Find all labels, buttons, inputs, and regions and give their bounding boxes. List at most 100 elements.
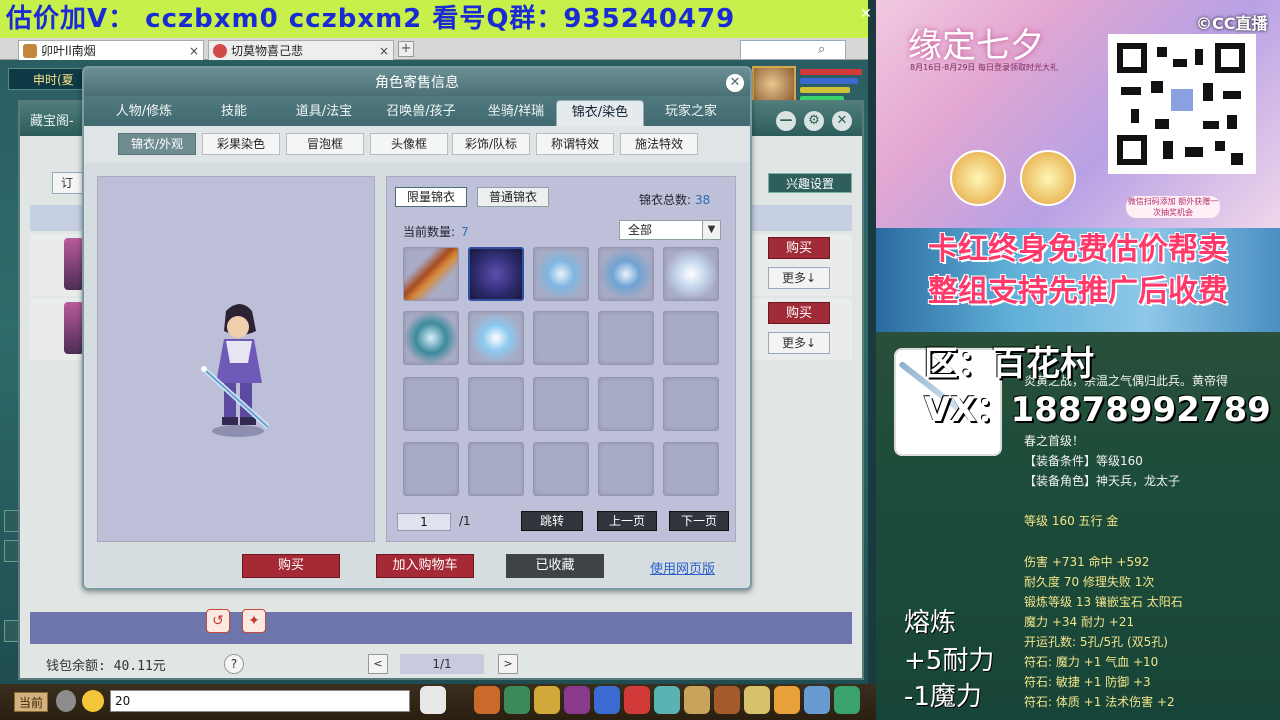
subtab-dye[interactable]: 彩果染色: [202, 133, 280, 155]
outfit-slot[interactable]: [598, 247, 654, 301]
add-to-cart-button[interactable]: 加入购物车: [376, 554, 474, 578]
chevron-down-icon[interactable]: ▼: [702, 221, 720, 239]
banner-close-icon[interactable]: ✕: [858, 6, 874, 22]
outfit-slot[interactable]: [663, 247, 719, 301]
toolbar-icon[interactable]: [534, 686, 560, 714]
outfit-slot[interactable]: [468, 311, 524, 365]
outfit-count-label: 当前数量:: [403, 225, 456, 239]
web-version-link[interactable]: 使用网页版: [650, 558, 715, 577]
prev-page-button[interactable]: <: [368, 654, 388, 674]
dialog-title: 角色寄售信息: [375, 75, 459, 91]
search-icon[interactable]: ⌕: [818, 42, 825, 57]
outfit-slot[interactable]: [468, 247, 524, 301]
buy-button[interactable]: 购买: [768, 302, 830, 324]
jump-button[interactable]: 跳转: [521, 511, 583, 531]
toolbar-icon[interactable]: [504, 686, 530, 714]
subtab-avatar-frame[interactable]: 头像框: [370, 133, 448, 155]
voice-icon[interactable]: [56, 690, 76, 712]
promo-prize-icon: [950, 150, 1006, 206]
tab-outfits[interactable]: 锦衣/染色: [556, 100, 644, 126]
page-number-input[interactable]: 1: [397, 513, 451, 531]
close-icon[interactable]: ✕: [832, 111, 852, 131]
toolbar-icon[interactable]: [654, 686, 680, 714]
outfit-slot[interactable]: [468, 377, 524, 431]
close-icon[interactable]: ×: [379, 41, 389, 61]
role-sale-dialog: 角色寄售信息 ✕ 人物/修炼 技能 道具/法宝 召唤兽/孩子 坐骑/祥瑞 锦衣/…: [82, 66, 752, 633]
minimize-icon[interactable]: —: [776, 111, 796, 131]
toolbar-icon[interactable]: [714, 686, 740, 714]
outfit-slot[interactable]: [403, 442, 459, 496]
next-page-button[interactable]: >: [498, 654, 518, 674]
subtab-outfit[interactable]: 锦衣/外观: [118, 133, 196, 155]
tab-limited-outfit[interactable]: 限量锦衣: [395, 187, 467, 207]
subtab-team-badge[interactable]: 彩饰/队标: [452, 133, 530, 155]
new-tab-button[interactable]: +: [398, 41, 414, 57]
favorited-button[interactable]: 已收藏: [506, 554, 604, 578]
toolbar-icon[interactable]: [624, 686, 650, 714]
emoji-icon[interactable]: [82, 690, 104, 712]
game-time-status: 申时(夏: [8, 68, 86, 90]
smelt-line-2: -1魔力: [904, 682, 982, 712]
settings-icon[interactable]: ⚙: [804, 111, 824, 131]
browser-tab-label: 卯叶ll南烟: [41, 44, 96, 58]
outfit-slot[interactable]: [403, 311, 459, 365]
tab-character[interactable]: 人物/修炼: [98, 100, 190, 126]
shop-search-input[interactable]: [740, 40, 846, 60]
buy-button[interactable]: 购买: [242, 554, 340, 578]
outfit-slot[interactable]: [533, 247, 589, 301]
outfit-slot[interactable]: [403, 247, 459, 301]
prev-page-button[interactable]: 上一页: [597, 511, 657, 531]
outfit-slot[interactable]: [598, 377, 654, 431]
toolbar-icon[interactable]: [774, 686, 800, 714]
outfit-slot[interactable]: [663, 377, 719, 431]
page-total: /1: [459, 514, 471, 528]
outfit-slot[interactable]: [663, 442, 719, 496]
toolbar-icon[interactable]: [834, 686, 860, 714]
outfit-slot[interactable]: [663, 311, 719, 365]
outfit-slot[interactable]: [403, 377, 459, 431]
browser-tab-2[interactable]: 切莫物喜己悲 ×: [208, 40, 394, 60]
tab-mounts[interactable]: 坐骑/祥瑞: [472, 100, 560, 126]
close-icon[interactable]: ×: [189, 41, 199, 61]
chat-channel-button[interactable]: 当前: [14, 692, 48, 712]
interest-settings-button[interactable]: 兴趣设置: [768, 173, 852, 193]
outfit-slot[interactable]: [468, 442, 524, 496]
outfit-count: 当前数量: 7: [403, 223, 469, 240]
tab-pets[interactable]: 召唤兽/孩子: [372, 100, 470, 126]
cc-live-logo: ©CC直播: [1196, 14, 1268, 33]
toolbar-icon[interactable]: [564, 686, 590, 714]
outfit-slot[interactable]: [533, 311, 589, 365]
more-button[interactable]: 更多↓: [768, 332, 830, 354]
next-page-button[interactable]: 下一页: [669, 511, 729, 531]
pose-icon[interactable]: ✦: [242, 609, 266, 633]
subtab-cast-effect[interactable]: 施法特效: [620, 133, 698, 155]
outfit-slot[interactable]: [598, 311, 654, 365]
toolbar-icon[interactable]: [684, 686, 710, 714]
outfit-slot[interactable]: [533, 377, 589, 431]
browser-tab-1[interactable]: 卯叶ll南烟 ×: [18, 40, 204, 60]
toolbar-icon[interactable]: [804, 686, 830, 714]
rotate-icon[interactable]: ↺: [206, 609, 230, 633]
dialog-titlebar: 角色寄售信息 ✕: [84, 68, 750, 96]
character-model: [201, 304, 270, 437]
chat-input[interactable]: 20: [110, 690, 410, 712]
outfit-slot[interactable]: [533, 442, 589, 496]
subtab-bubble[interactable]: 冒泡框: [286, 133, 364, 155]
tab-skills[interactable]: 技能: [196, 100, 272, 126]
outfit-slot[interactable]: [598, 442, 654, 496]
pet-icon[interactable]: [420, 686, 446, 714]
close-icon[interactable]: ✕: [726, 74, 744, 92]
tab-home[interactable]: 玩家之家: [650, 100, 732, 126]
more-button[interactable]: 更多↓: [768, 267, 830, 289]
promo-title: 缘定七夕: [908, 26, 1044, 66]
toolbar-icon[interactable]: [594, 686, 620, 714]
toolbar-icon[interactable]: [744, 686, 770, 714]
help-icon[interactable]: ?: [224, 654, 244, 674]
order-button[interactable]: 订: [52, 172, 86, 194]
tab-normal-outfit[interactable]: 普通锦衣: [477, 187, 549, 207]
tab-items[interactable]: 道具/法宝: [280, 100, 368, 126]
buy-button[interactable]: 购买: [768, 237, 830, 259]
subtab-title-effect[interactable]: 称谓特效: [536, 133, 614, 155]
toolbar-icon[interactable]: [474, 686, 500, 714]
outfit-filter-select[interactable]: 全部 ▼: [619, 220, 721, 240]
